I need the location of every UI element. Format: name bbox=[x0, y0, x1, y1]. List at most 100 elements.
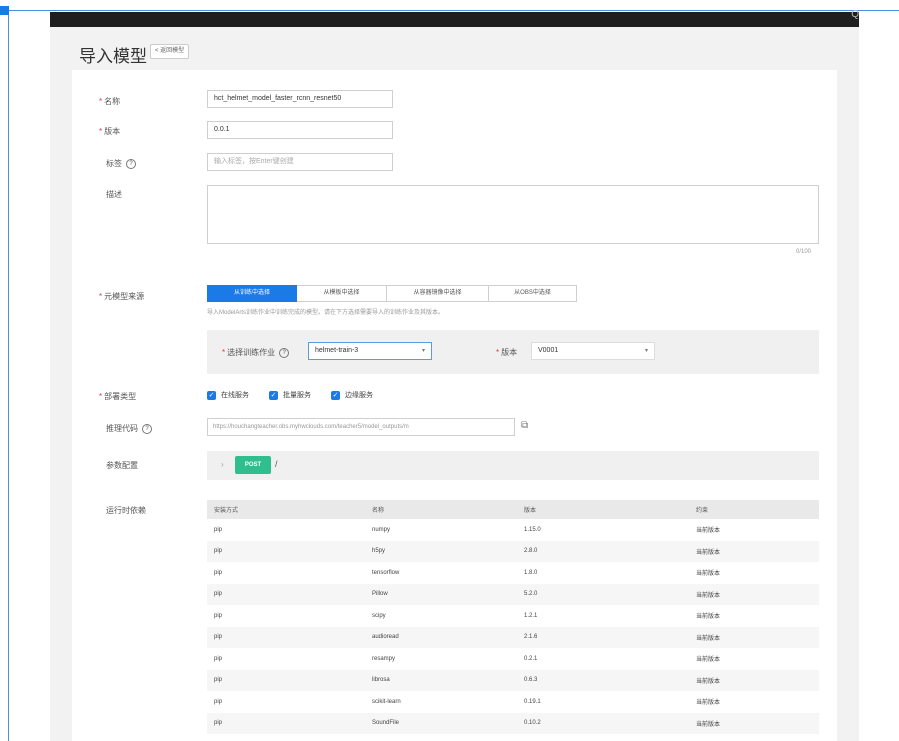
topbar-corner-glyph: Q bbox=[851, 9, 859, 20]
table-cell: 2.1.6 bbox=[517, 626, 689, 648]
page-title: 导入模型 bbox=[79, 47, 147, 66]
table-cell: 当前版本 bbox=[689, 540, 819, 562]
table-header-row: 安装方式 名称 版本 约束 bbox=[207, 500, 819, 519]
chevron-down-icon: ▾ bbox=[421, 348, 425, 354]
table-cell: pip bbox=[207, 583, 365, 605]
version-input[interactable]: 0.0.1 bbox=[207, 121, 393, 139]
column-header: 名称 bbox=[365, 500, 517, 519]
outer-frame-top bbox=[0, 10, 899, 11]
source-hint: 导入ModelArts训练作业中训练完成的模型。请在下方选择需要导入的训练作业及… bbox=[207, 310, 445, 316]
outer-frame-left bbox=[8, 10, 9, 741]
table-row: pip Pillow 5.2.0 当前版本 bbox=[207, 583, 819, 605]
table-row: pip h5py 2.8.0 当前版本 bbox=[207, 540, 819, 562]
api-path: / bbox=[275, 459, 278, 469]
tab-from-obs[interactable]: 从OBS中选择 bbox=[489, 285, 577, 302]
table-cell: 1.2.1 bbox=[524, 612, 538, 619]
help-icon[interactable]: ? bbox=[279, 347, 290, 358]
top-bar: Q bbox=[50, 9, 859, 27]
table-cell: 5.2.0 bbox=[517, 583, 689, 605]
inference-code-url[interactable]: https://houchangteacher.obs.myhwclouds.c… bbox=[207, 418, 515, 436]
chevron-down-icon: ▾ bbox=[644, 348, 648, 354]
name-label: * 名称 bbox=[99, 97, 121, 106]
table-cell: 当前版本 bbox=[689, 626, 819, 648]
copy-icon[interactable]: ⧉ bbox=[521, 420, 528, 431]
description-counter: 0/100 bbox=[796, 249, 812, 255]
table-cell: 当前版本 bbox=[696, 700, 721, 707]
checkbox-checked-icon: ✓ bbox=[331, 390, 340, 400]
post-method-badge: POST bbox=[235, 456, 271, 474]
table-cell: pip bbox=[214, 612, 223, 619]
table-cell: 0.19.1 bbox=[524, 698, 541, 705]
chevron-right-icon[interactable]: › bbox=[221, 460, 224, 469]
checkbox-online-service[interactable]: ✓ 在线服务 bbox=[207, 390, 249, 400]
api-config-label: 参数配置 bbox=[106, 461, 138, 470]
column-header: 版本 bbox=[517, 500, 689, 519]
table-cell: pip bbox=[214, 569, 223, 576]
table-cell: 当前版本 bbox=[696, 528, 721, 535]
table-row: pip numpy 1.15.0 当前版本 bbox=[207, 519, 819, 541]
tab-from-container-image[interactable]: 从容器镜像中选择 bbox=[387, 285, 489, 302]
table-cell: 1.15.0 bbox=[524, 526, 541, 533]
checkbox-batch-service[interactable]: ✓ 批量服务 bbox=[269, 390, 311, 400]
table-cell: Pillow bbox=[365, 583, 517, 605]
inference-code-label: 推理代码? bbox=[106, 423, 152, 434]
table-row: pip librosa 0.6.3 当前版本 bbox=[207, 669, 819, 691]
checkbox-checked-icon: ✓ bbox=[269, 390, 278, 400]
runtime-deps-table: 安装方式 名称 版本 约束 pip numpy 1.15.0 当前版本 pip h5py 2… bbox=[207, 500, 819, 734]
table-cell: librosa bbox=[365, 669, 517, 691]
table-cell: pip bbox=[214, 526, 223, 533]
description-label: 描述 bbox=[106, 190, 122, 199]
description-textarea[interactable] bbox=[207, 185, 819, 244]
column-header: 安装方式 bbox=[207, 500, 365, 519]
table-cell: 0.6.3 bbox=[517, 669, 689, 691]
column-header: 约束 bbox=[689, 500, 819, 519]
table-cell: numpy bbox=[372, 526, 391, 533]
table-cell: pip bbox=[207, 669, 365, 691]
table-row: pip tensorflow 1.8.0 当前版本 bbox=[207, 562, 819, 584]
table-cell: 当前版本 bbox=[696, 657, 721, 664]
training-job-value: helmet-train-3 bbox=[315, 347, 359, 354]
deploy-type-label: * 部署类型 bbox=[99, 392, 137, 401]
table-cell: pip bbox=[214, 655, 223, 662]
job-version-select[interactable]: V0001 ▾ bbox=[531, 342, 655, 360]
table-row: pip audioread 2.1.6 当前版本 bbox=[207, 626, 819, 648]
table-row: pip resampy 0.2.1 当前版本 bbox=[207, 648, 819, 670]
tags-label: 标签? bbox=[106, 158, 136, 169]
table-cell: 2.8.0 bbox=[517, 540, 689, 562]
tab-from-template[interactable]: 从模板中选择 bbox=[297, 285, 387, 302]
help-icon[interactable]: ? bbox=[126, 158, 136, 169]
table-cell: pip bbox=[207, 540, 365, 562]
help-icon[interactable]: ? bbox=[142, 423, 152, 434]
source-tabs: 从训练中选择 从模板中选择 从容器镜像中选择 从OBS中选择 bbox=[207, 285, 577, 302]
table-cell: pip bbox=[207, 626, 365, 648]
tab-from-training[interactable]: 从训练中选择 bbox=[207, 285, 297, 302]
source-label: * 元模型来源 bbox=[99, 292, 145, 301]
checkbox-edge-service[interactable]: ✓ 边缘服务 bbox=[331, 390, 373, 400]
checkbox-checked-icon: ✓ bbox=[207, 390, 216, 400]
job-version-label: * 版本 bbox=[496, 348, 518, 357]
table-cell: pip bbox=[214, 698, 223, 705]
table-row: pip scipy 1.2.1 当前版本 bbox=[207, 605, 819, 627]
back-to-models-button[interactable]: < 返回模型 bbox=[150, 44, 190, 59]
table-cell: audioread bbox=[365, 626, 517, 648]
table-row: pip scikit-learn 0.19.1 当前版本 bbox=[207, 691, 819, 713]
table-cell: scipy bbox=[372, 612, 386, 619]
api-config-panel: › POST / bbox=[207, 451, 819, 480]
table-cell: pip bbox=[207, 712, 365, 734]
table-cell: 1.8.0 bbox=[524, 569, 538, 576]
table-cell: resampy bbox=[372, 655, 396, 662]
name-input[interactable]: hct_helmet_model_faster_rcnn_resnet50 bbox=[207, 90, 393, 108]
table-cell: scikit-learn bbox=[372, 698, 401, 705]
table-cell: 当前版本 bbox=[696, 571, 721, 578]
table-cell: 0.2.1 bbox=[524, 655, 538, 662]
table-row: pip SoundFile 0.10.2 当前版本 bbox=[207, 712, 819, 734]
version-label: * 版本 bbox=[99, 127, 121, 136]
table-cell: SoundFile bbox=[365, 712, 517, 734]
training-job-label: * 选择训练作业? bbox=[222, 347, 290, 358]
table-cell: 0.10.2 bbox=[517, 712, 689, 734]
table-cell: tensorflow bbox=[372, 569, 400, 576]
runtime-deps-label: 运行时依赖 bbox=[106, 506, 146, 515]
tags-input[interactable]: 输入标签，按Enter键创建 bbox=[207, 153, 393, 171]
table-cell: 当前版本 bbox=[689, 712, 819, 734]
training-job-select[interactable]: helmet-train-3 ▾ bbox=[308, 342, 432, 360]
